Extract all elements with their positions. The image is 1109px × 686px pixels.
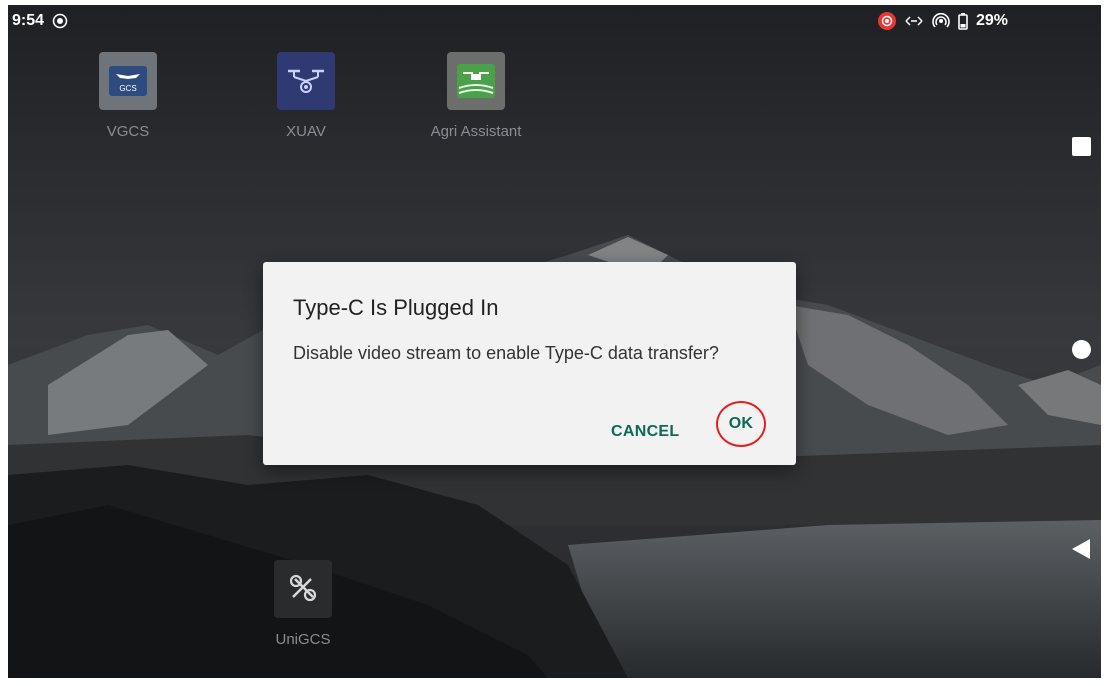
status-bar: 9:54 29% xyxy=(8,5,1101,37)
app-unigcs[interactable]: UniGCS xyxy=(248,560,358,648)
clock: 9:54 xyxy=(12,12,45,29)
app-label-xuav: XUAV xyxy=(286,123,326,140)
battery-icon xyxy=(958,12,968,30)
app-vgcs[interactable]: GCS VGCS xyxy=(73,52,183,140)
hotspot-icon xyxy=(932,13,950,28)
unigcs-app-icon xyxy=(274,560,332,618)
ok-button[interactable]: OK xyxy=(716,401,766,447)
record-icon xyxy=(878,12,896,30)
recents-icon[interactable] xyxy=(1072,137,1091,156)
battery-percentage: 29% xyxy=(976,12,1009,29)
back-icon[interactable] xyxy=(1072,539,1090,559)
agri-drone-app-icon xyxy=(447,52,505,110)
dialog-title: Type-C Is Plugged In xyxy=(293,295,499,320)
app-label-vgcs: VGCS xyxy=(106,123,150,140)
drone-app-icon xyxy=(277,52,335,110)
home-icon[interactable] xyxy=(1072,340,1091,359)
app-xuav[interactable]: XUAV xyxy=(251,52,361,140)
app-agri-assistant[interactable]: Agri Assistant xyxy=(416,52,536,140)
dialog-message: Disable video stream to enable Type-C da… xyxy=(293,343,719,363)
tablet-screen: 9:54 29% GCS VGCS XUAV Agri Assistant Un… xyxy=(8,5,1101,678)
vgcs-app-icon: GCS xyxy=(99,52,157,110)
usb-transfer-icon xyxy=(905,16,923,26)
app-label-unigcs: UniGCS xyxy=(275,631,331,648)
type-c-dialog: Type-C Is Plugged In Disable video strea… xyxy=(263,262,796,465)
app-label-agri-assistant: Agri Assistant xyxy=(430,123,522,140)
svg-text:GCS: GCS xyxy=(119,84,136,93)
screen-record-icon xyxy=(52,13,68,29)
cancel-button[interactable]: CANCEL xyxy=(611,423,679,441)
